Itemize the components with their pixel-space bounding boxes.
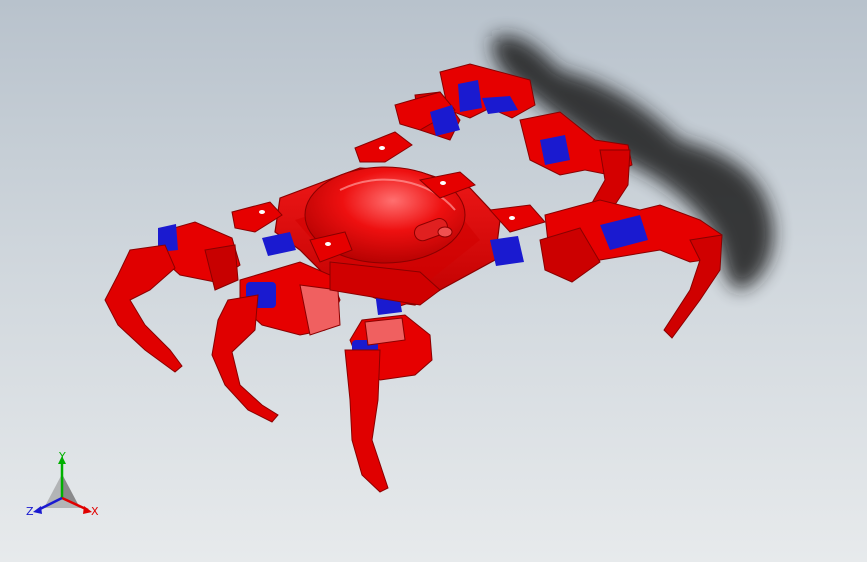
right-leg	[539, 199, 723, 339]
middle-left-leg	[211, 261, 341, 423]
coordinate-triad: Y X Z	[26, 450, 99, 518]
y-axis-label: Y	[58, 450, 66, 463]
model-scene[interactable]	[0, 0, 867, 562]
x-axis-label: X	[91, 505, 99, 518]
3d-viewport[interactable]: Y X Z	[0, 0, 867, 562]
front-center-leg	[344, 314, 433, 493]
z-axis-label: Z	[26, 505, 34, 518]
